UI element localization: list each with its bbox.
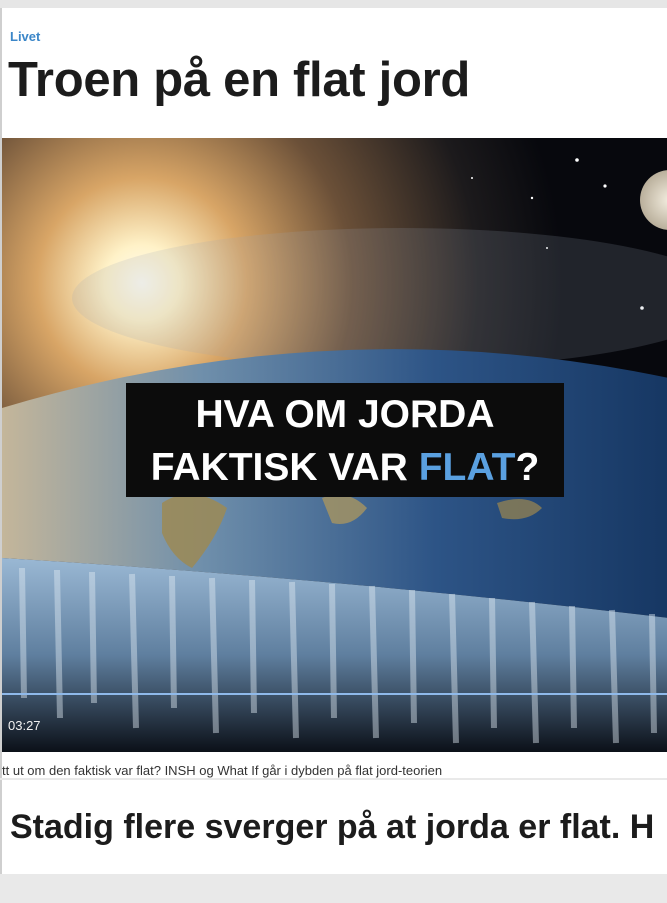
overlay-line-1: HVA OM JORDA	[195, 393, 495, 436]
article-headline[interactable]: Troen på en flat jord	[8, 52, 470, 108]
video-duration: 03:27	[8, 718, 41, 733]
top-bar	[0, 0, 667, 8]
video-overlay-title: HVA OM JORDA FAKTISK VAR FLAT?	[126, 383, 564, 497]
article-card: Livet Troen på en flat jord HVA OM JORDA…	[0, 8, 667, 778]
next-article-card[interactable]: Stadig flere sverger på at jorda er flat…	[0, 780, 667, 874]
overlay-line-2-suffix: ?	[515, 446, 540, 489]
overlay-line-2-prefix: FAKTISK VAR	[150, 446, 419, 489]
video-caption: tt ut om den faktisk var flat? INSH og W…	[2, 763, 443, 778]
category-link[interactable]: Livet	[10, 29, 40, 44]
overlay-highlight-word: FLAT	[418, 446, 516, 489]
video-player[interactable]: HVA OM JORDA FAKTISK VAR FLAT? 03:27	[2, 138, 667, 752]
video-progress-fill	[2, 693, 667, 695]
next-article-headline[interactable]: Stadig flere sverger på at jorda er flat…	[10, 808, 654, 847]
overlay-line-2: FAKTISK VAR FLAT?	[126, 441, 564, 494]
video-progress-bar[interactable]	[2, 693, 667, 695]
